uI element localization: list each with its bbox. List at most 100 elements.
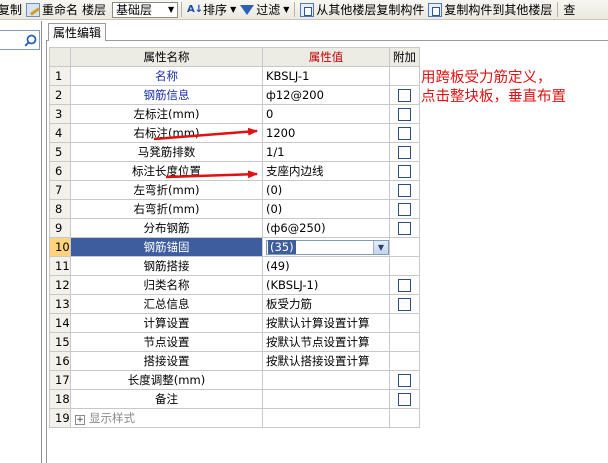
toolbar-separator	[557, 2, 559, 17]
property-extra	[389, 351, 420, 371]
property-value[interactable]: 板受力筋	[262, 294, 390, 314]
column-header-extra[interactable]: 附加	[389, 47, 420, 67]
property-row[interactable]: 1 名称 KBSLJ-1	[49, 66, 420, 86]
property-row[interactable]: 14 计算设置 按默认计算设置计算	[49, 313, 420, 333]
property-row[interactable]: 15 节点设置 按默认节点设置计算	[49, 332, 420, 352]
property-name: 左标注(mm)	[70, 104, 263, 124]
append-checkbox[interactable]	[398, 89, 411, 102]
sort-dropdown-icon: ▼	[230, 5, 237, 14]
rename-icon	[26, 2, 41, 17]
property-row[interactable]: 12 归类名称 (KBSLJ-1)	[49, 275, 420, 295]
anchorage-value-dropdown[interactable]: (35) ▼	[266, 239, 389, 255]
property-value[interactable]: 1/1	[262, 142, 390, 162]
property-row[interactable]: 3 左标注(mm) 0	[49, 104, 420, 124]
property-value[interactable]: KBSLJ-1	[262, 66, 390, 86]
property-name: 钢筋信息	[70, 85, 263, 105]
property-extra	[389, 294, 420, 314]
property-extra	[389, 180, 420, 200]
filter-button[interactable]: 过滤 ▼	[238, 0, 291, 19]
property-value[interactable]: 按默认搭接设置计算	[262, 351, 390, 371]
property-row[interactable]: 18 备注	[49, 389, 420, 409]
row-index: 17	[49, 370, 71, 390]
property-value[interactable]: 按默认节点设置计算	[262, 332, 390, 352]
property-name: 右弯折(mm)	[70, 199, 263, 219]
copy-from-floor-button[interactable]: 从其他楼层复制构件	[298, 0, 426, 19]
property-name-text: 马凳筋排数	[137, 145, 196, 159]
append-checkbox[interactable]	[398, 298, 411, 311]
property-row[interactable]: 8 右弯折(mm) (0)	[49, 199, 420, 219]
rename-button[interactable]: 重命名	[24, 0, 80, 19]
property-row[interactable]: 9 分布钢筋 (ф6@250)	[49, 218, 420, 238]
property-value[interactable]: 按默认计算设置计算	[262, 313, 390, 333]
property-value[interactable]	[262, 389, 390, 409]
grid-header-row: 属性名称 属性值 附加	[49, 47, 420, 67]
property-row[interactable]: 6 标注长度位置 支座内边线	[49, 161, 420, 181]
property-value[interactable]: (49)	[262, 256, 390, 276]
property-value[interactable]: (KBSLJ-1)	[262, 275, 390, 295]
property-name-text: 节点设置	[143, 335, 190, 349]
append-checkbox[interactable]	[398, 165, 411, 178]
property-value[interactable]	[262, 370, 390, 390]
property-value-text: 0	[266, 107, 274, 121]
plus-icon[interactable]: +	[75, 415, 85, 425]
row-index: 1	[49, 66, 71, 86]
property-name-text: 分布钢筋	[143, 221, 190, 235]
append-checkbox[interactable]	[398, 393, 411, 406]
property-value[interactable]: 0	[262, 104, 390, 124]
property-row[interactable]: 2 钢筋信息 ф12@200	[49, 85, 420, 105]
property-extra	[389, 142, 420, 162]
property-row[interactable]: 5 马凳筋排数 1/1	[49, 142, 420, 162]
property-value[interactable]	[262, 408, 390, 428]
property-grid: 属性名称 属性值 附加 1 名称 KBSLJ-1 2 钢筋信息 ф12@200 3 左标注(m…	[49, 47, 420, 428]
search-button[interactable]	[21, 31, 39, 49]
property-row[interactable]: 4 右标注(mm) 1200	[49, 123, 420, 143]
tab-property-edit[interactable]: 属性编辑	[48, 23, 106, 41]
property-value[interactable]: 支座内边线	[262, 161, 390, 181]
append-checkbox[interactable]	[398, 127, 411, 140]
copy-button[interactable]: 复制	[0, 0, 24, 19]
sort-button[interactable]: A↓ 排序 ▼	[185, 0, 238, 19]
property-value[interactable]: (0)	[262, 199, 390, 219]
append-checkbox[interactable]	[398, 279, 411, 292]
property-value-text: (ф6@250)	[266, 221, 326, 235]
property-row[interactable]: 7 左弯折(mm) (0)	[49, 180, 420, 200]
property-row[interactable]: 13 汇总信息 板受力筋	[49, 294, 420, 314]
property-row[interactable]: 17 长度调整(mm)	[49, 370, 420, 390]
dropdown-selected-value: (35)	[268, 240, 296, 254]
property-row[interactable]: 16 搭接设置 按默认搭接设置计算	[49, 351, 420, 371]
search-input[interactable]	[0, 30, 40, 50]
property-extra	[389, 332, 420, 352]
column-header-value[interactable]: 属性值	[262, 47, 390, 67]
property-value-text: 1200	[266, 126, 296, 140]
floor-select[interactable]: 基础层 ▼	[112, 1, 179, 18]
append-checkbox[interactable]	[398, 222, 411, 235]
property-name: 搭接设置	[70, 351, 263, 371]
row-index: 8	[49, 199, 71, 219]
append-checkbox[interactable]	[398, 146, 411, 159]
property-value[interactable]: (35) ▼	[262, 237, 390, 257]
query-button[interactable]: 查	[561, 0, 577, 19]
copy-to-floor-button[interactable]: 复制构件到其他楼层	[426, 0, 554, 19]
property-value-text: 板受力筋	[266, 297, 312, 311]
property-name: 分布钢筋	[70, 218, 263, 238]
property-value-text: KBSLJ-1	[266, 69, 310, 83]
property-value[interactable]: (0)	[262, 180, 390, 200]
property-name: 节点设置	[70, 332, 263, 352]
property-value[interactable]: (ф6@250)	[262, 218, 390, 238]
property-row[interactable]: 11 钢筋搭接 (49)	[49, 256, 420, 276]
property-extra	[389, 104, 420, 124]
property-row[interactable]: 10 钢筋锚固 (35) ▼	[49, 237, 420, 257]
append-checkbox[interactable]	[398, 374, 411, 387]
append-checkbox[interactable]	[398, 184, 411, 197]
column-header-name[interactable]: 属性名称	[70, 47, 263, 67]
property-value[interactable]: 1200	[262, 123, 390, 143]
append-checkbox[interactable]	[398, 108, 411, 121]
toolbar-separator	[181, 2, 183, 17]
property-extra	[389, 161, 420, 181]
chevron-down-icon[interactable]: ▼	[373, 240, 388, 254]
property-name-text: 钢筋搭接	[143, 259, 190, 273]
property-value[interactable]: ф12@200	[262, 85, 390, 105]
property-row[interactable]: 19 + 显示样式	[49, 408, 420, 428]
property-name: 标注长度位置	[70, 161, 263, 181]
append-checkbox[interactable]	[398, 203, 411, 216]
